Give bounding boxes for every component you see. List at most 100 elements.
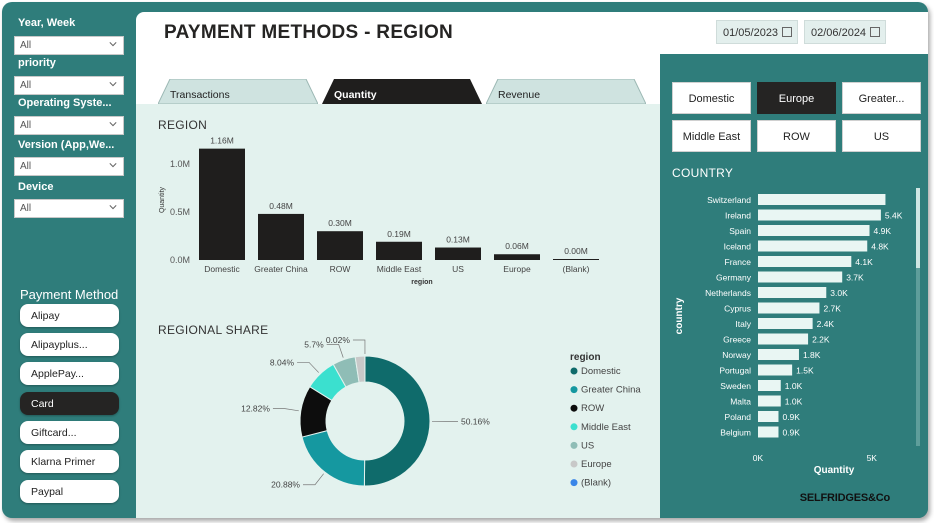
filter-label-device: Device	[18, 181, 54, 193]
payment-method-alipayplus[interactable]: Alipayplus...	[20, 333, 119, 356]
country-data-label: 1.8K	[803, 350, 821, 360]
x-tick-label: 0K	[753, 453, 764, 463]
legend-label: ROW	[581, 403, 604, 414]
payment-method-title: Payment Method	[20, 287, 119, 302]
region-bar	[376, 241, 422, 260]
country-bar	[758, 411, 779, 422]
date-to-field[interactable]: 02/06/2024	[804, 20, 886, 44]
legend-marker	[570, 441, 578, 449]
payment-method-paypal[interactable]: Paypal	[20, 480, 119, 503]
payment-method-applepay[interactable]: ApplePay...	[20, 362, 119, 385]
date-to-value: 02/06/2024	[811, 27, 867, 39]
country-bar	[758, 333, 809, 345]
scrollbar-thumb	[916, 188, 920, 268]
donut-data-label: 12.82%	[241, 404, 270, 414]
operating-system-value: All	[20, 120, 32, 131]
country-data-label: 0.9K	[782, 428, 800, 438]
chevron-down-icon	[109, 205, 117, 210]
date-from-field[interactable]: 01/05/2023	[716, 20, 798, 44]
tab-transactions-label: Transactions	[170, 89, 230, 101]
country-tick-label: Portugal	[719, 366, 751, 376]
chevron-down-icon	[109, 42, 117, 47]
country-tick-label: Germany	[716, 273, 752, 283]
donut-data-label: 50.16%	[461, 416, 490, 426]
filter-label-year-week: Year, Week	[18, 17, 76, 29]
donut-leader-line	[352, 339, 366, 355]
country-bar	[758, 395, 781, 407]
priority-select[interactable]: All	[14, 76, 124, 95]
y-tick-label: 1.0M	[170, 159, 190, 169]
country-tick-label: Italy	[735, 319, 751, 329]
payment-method-klarna-primer[interactable]: Klarna Primer	[20, 450, 119, 473]
country-tick-label: Belgium	[720, 428, 751, 438]
donut-leader-line	[297, 362, 319, 373]
legend-marker	[570, 367, 578, 375]
legend-label: Domestic	[581, 366, 621, 377]
country-tick-label: Netherlands	[705, 288, 751, 298]
country-bar	[758, 364, 793, 376]
x-tick-label: 5K	[867, 453, 878, 463]
regional-share-title: REGIONAL SHARE	[158, 323, 269, 337]
region-button-middle-east[interactable]: Middle East	[672, 120, 751, 152]
country-data-label: 2.2K	[812, 335, 830, 345]
tab-transactions[interactable]: Transactions	[158, 79, 318, 104]
filter-label-priority: priority	[18, 57, 56, 69]
region-data-label: 0.00M	[564, 246, 588, 256]
year-week-select[interactable]: All	[14, 36, 124, 55]
country-data-label: 2.4K	[817, 319, 835, 329]
legend-marker	[570, 460, 578, 468]
region-data-label: 0.13M	[446, 235, 470, 245]
region-bar	[435, 247, 481, 260]
country-tick-label: Poland	[725, 412, 752, 422]
tab-quantity[interactable]: Quantity	[322, 79, 482, 104]
filter-label-version: Version (App,We...	[18, 139, 115, 151]
payment-method-giftcard[interactable]: Giftcard...	[20, 421, 119, 444]
region-tick-label: US	[452, 264, 464, 274]
region-tick-label: Middle East	[377, 264, 422, 274]
legend-label: Europe	[581, 459, 612, 470]
y-tick-label: 0.5M	[170, 207, 190, 217]
y-axis-title: Quantity	[159, 186, 166, 213]
country-bar-chart: Switzerland Ireland 5.4K Spain 4.9K Iceland 4.…	[674, 188, 920, 476]
operating-system-select[interactable]: All	[14, 116, 124, 135]
country-data-label: 5.4K	[885, 211, 903, 221]
region-button-europe[interactable]: Europe	[757, 82, 836, 114]
country-data-label: 4.8K	[871, 242, 889, 252]
tab-quantity-label: Quantity	[334, 89, 377, 101]
payment-method-card[interactable]: Card	[20, 392, 119, 415]
country-data-label: 4.1K	[855, 257, 873, 267]
calendar-icon	[870, 27, 880, 37]
region-tick-label: Europe	[503, 264, 531, 274]
legend-label: (Blank)	[581, 478, 611, 489]
country-tick-label: Iceland	[724, 242, 752, 252]
region-button-row[interactable]: ROW	[757, 120, 836, 152]
country-tick-label: Ireland	[725, 211, 751, 221]
device-select[interactable]: All	[14, 199, 124, 218]
country-panel: Domestic Europe Greater... Middle East R…	[662, 54, 928, 518]
country-bar	[758, 194, 886, 205]
country-tick-label: Spain	[729, 226, 751, 236]
tab-revenue[interactable]: Revenue	[486, 79, 646, 104]
country-bar	[758, 318, 813, 329]
region-bar	[553, 259, 599, 260]
x-axis-title: region	[411, 279, 432, 286]
version-select[interactable]: All	[14, 157, 124, 176]
main-panel: Transactions Quantity Revenue REGION 0.0…	[136, 54, 660, 518]
region-button-us[interactable]: US	[842, 120, 921, 152]
donut-slice	[363, 355, 431, 487]
donut-leader-line	[326, 344, 344, 358]
country-chart-title: COUNTRY	[672, 166, 734, 180]
country-data-label: 0.9K	[782, 412, 800, 422]
page-title: PAYMENT METHODS - REGION	[164, 22, 454, 43]
payment-method-alipay[interactable]: Alipay	[20, 304, 119, 327]
region-button-domestic[interactable]: Domestic	[672, 82, 751, 114]
region-bar-chart: 0.0M 0.5M 1.0M Quantity 1.16M Domestic 0.48M Gr…	[159, 136, 599, 286]
donut-leader-line	[303, 473, 324, 486]
region-data-label: 0.30M	[328, 218, 352, 228]
region-chart-title: REGION	[158, 118, 208, 132]
country-bar	[758, 209, 881, 221]
chevron-down-icon	[109, 163, 117, 168]
tab-revenue-label: Revenue	[498, 89, 541, 101]
region-button-greater-china[interactable]: Greater...	[842, 82, 921, 114]
donut-data-label: 8.04%	[270, 357, 295, 367]
